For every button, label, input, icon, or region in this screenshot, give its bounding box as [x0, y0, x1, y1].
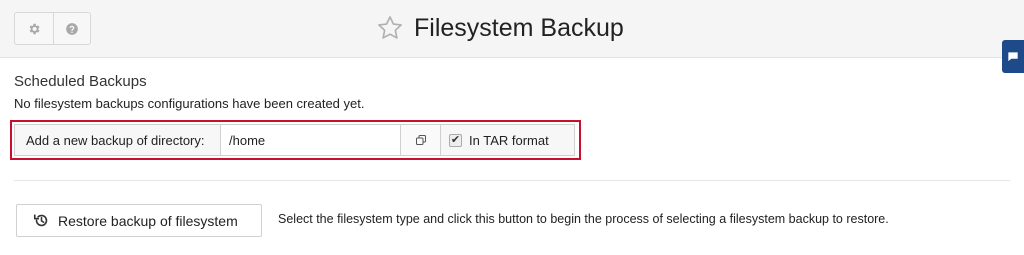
title-area: Filesystem Backup — [376, 8, 624, 48]
restore-backup-button[interactable]: Restore backup of filesystem — [16, 204, 262, 237]
page-header: Filesystem Backup — [0, 0, 1024, 73]
gear-icon — [29, 23, 40, 34]
toolbar-button-group — [14, 12, 91, 45]
directory-chooser-button[interactable] — [400, 124, 440, 156]
empty-state-message: No filesystem backups configurations hav… — [14, 96, 365, 111]
module-config-button[interactable] — [15, 13, 53, 44]
side-chat-tab[interactable] — [1002, 40, 1024, 73]
tar-format-option[interactable]: ✔ In TAR format — [440, 124, 575, 156]
restore-button-label: Restore backup of filesystem — [58, 212, 238, 229]
add-backup-label: Add a new backup of directory: — [14, 124, 220, 156]
page-title: Filesystem Backup — [414, 13, 624, 42]
tar-format-checkbox[interactable]: ✔ — [449, 133, 462, 147]
add-backup-row: Add a new backup of directory: ✔ In TAR … — [10, 120, 581, 160]
help-button[interactable] — [52, 13, 91, 44]
main-content: Scheduled Backups No filesystem backups … — [10, 72, 1010, 237]
star-icon[interactable] — [376, 14, 404, 42]
copy-icon — [415, 135, 426, 145]
divider — [14, 180, 1010, 181]
chat-icon — [1008, 51, 1018, 61]
history-icon — [33, 214, 48, 227]
directory-input[interactable] — [220, 124, 400, 156]
restore-help-text: Select the filesystem type and click thi… — [278, 212, 889, 226]
help-icon — [65, 22, 78, 35]
section-title-scheduled-backups: Scheduled Backups — [14, 73, 147, 90]
tar-format-label: In TAR format — [469, 132, 549, 148]
